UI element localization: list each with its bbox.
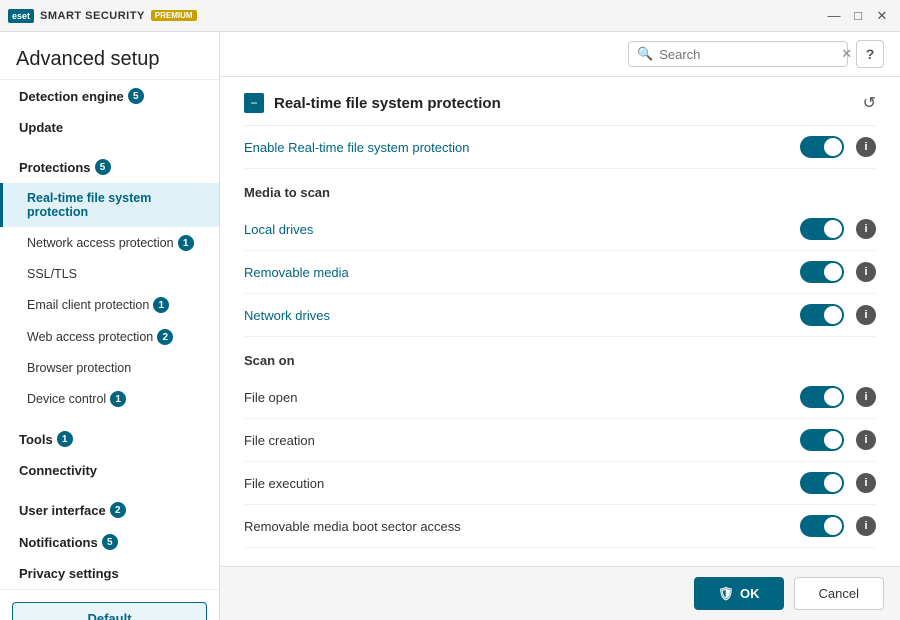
app-name: SMART SECURITY <box>40 10 145 22</box>
title-bar-controls: — □ ✕ <box>824 6 892 26</box>
ok-button[interactable]: 🛡 OK <box>694 577 784 610</box>
cancel-button[interactable]: Cancel <box>794 577 884 610</box>
file-open-toggle[interactable] <box>800 386 844 408</box>
file-creation-info-icon[interactable]: i <box>856 430 876 450</box>
setting-row-network-drives: Network drives i <box>244 294 876 337</box>
main-toggle-info-icon[interactable]: i <box>856 137 876 157</box>
section-title-bar: − Real-time file system protection ↺ <box>244 77 876 126</box>
badge-email-client: 1 <box>153 297 169 313</box>
removable-boot-label: Removable media boot sector access <box>244 519 461 534</box>
search-icon: 🔍 <box>637 46 653 62</box>
network-drives-label: Network drives <box>244 308 330 323</box>
file-open-info-icon[interactable]: i <box>856 387 876 407</box>
title-bar: eset SMART SECURITY PREMIUM — □ ✕ <box>0 0 900 32</box>
file-execution-toggle[interactable] <box>800 472 844 494</box>
local-drives-info-icon[interactable]: i <box>856 219 876 239</box>
badge-protections: 5 <box>95 159 111 175</box>
sidebar-footer: Default <box>0 589 219 620</box>
default-button[interactable]: Default <box>12 602 207 620</box>
eset-logo: eset <box>8 9 34 23</box>
sidebar-item-privacy-settings[interactable]: Privacy settings <box>0 558 219 589</box>
local-drives-toggle[interactable] <box>800 218 844 240</box>
sidebar-item-update[interactable]: Update <box>0 112 219 143</box>
setting-row-local-drives: Local drives i <box>244 208 876 251</box>
content-header: 🔍 ✕ ? <box>220 32 900 77</box>
main-container: Advanced setup Detection engine 5 Update… <box>0 32 900 620</box>
sidebar-item-email-client[interactable]: Email client protection 1 <box>0 289 219 321</box>
content-area: 🔍 ✕ ? − Real-time file system protection… <box>220 32 900 620</box>
media-to-scan-title: Media to scan <box>244 169 876 208</box>
sidebar-item-notifications[interactable]: Notifications 5 <box>0 526 219 558</box>
search-clear-icon[interactable]: ✕ <box>841 46 852 62</box>
sidebar-item-browser-protection[interactable]: Browser protection <box>0 353 219 383</box>
scan-on-title: Scan on <box>244 337 876 376</box>
main-toggle-label: Enable Real-time file system protection <box>244 140 469 155</box>
content-panel: − Real-time file system protection ↺ Ena… <box>220 77 900 566</box>
file-execution-info-icon[interactable]: i <box>856 473 876 493</box>
badge-device-control: 1 <box>110 391 126 407</box>
setting-row-removable-boot: Removable media boot sector access i <box>244 505 876 548</box>
bottom-bar: 🛡 OK Cancel <box>220 566 900 620</box>
removable-media-label: Removable media <box>244 265 349 280</box>
close-button[interactable]: ✕ <box>872 6 892 26</box>
removable-boot-info-icon[interactable]: i <box>856 516 876 536</box>
local-drives-label: Local drives <box>244 222 313 237</box>
sidebar-item-tools[interactable]: Tools 1 <box>0 423 219 455</box>
sidebar-item-device-control[interactable]: Device control 1 <box>0 383 219 415</box>
title-bar-left: eset SMART SECURITY PREMIUM <box>8 9 197 23</box>
removable-boot-toggle[interactable] <box>800 515 844 537</box>
network-drives-info-icon[interactable]: i <box>856 305 876 325</box>
search-box: 🔍 ✕ <box>628 41 848 67</box>
section-title: Real-time file system protection <box>274 95 501 112</box>
main-toggle[interactable] <box>800 136 844 158</box>
badge-web-access: 2 <box>157 329 173 345</box>
eset-logo-box: eset <box>8 9 34 23</box>
help-button[interactable]: ? <box>856 40 884 68</box>
sidebar-title: Advanced setup <box>0 32 219 80</box>
file-creation-label: File creation <box>244 433 315 448</box>
maximize-button[interactable]: □ <box>848 6 868 26</box>
content-scroll: − Real-time file system protection ↺ Ena… <box>220 77 900 566</box>
removable-media-info-icon[interactable]: i <box>856 262 876 282</box>
file-creation-toggle[interactable] <box>800 429 844 451</box>
setting-row-file-open: File open i <box>244 376 876 419</box>
sidebar-item-connectivity[interactable]: Connectivity <box>0 455 219 486</box>
file-execution-label: File execution <box>244 476 324 491</box>
sidebar-item-web-access[interactable]: Web access protection 2 <box>0 321 219 353</box>
sidebar-item-user-interface[interactable]: User interface 2 <box>0 494 219 526</box>
sidebar-item-protections[interactable]: Protections 5 <box>0 151 219 183</box>
reset-icon[interactable]: ↺ <box>863 93 876 113</box>
sidebar: Advanced setup Detection engine 5 Update… <box>0 32 220 620</box>
setting-row-removable-media: Removable media i <box>244 251 876 294</box>
removable-media-toggle[interactable] <box>800 261 844 283</box>
network-drives-toggle[interactable] <box>800 304 844 326</box>
setting-row-file-creation: File creation i <box>244 419 876 462</box>
sidebar-item-ssl-tls[interactable]: SSL/TLS <box>0 259 219 289</box>
process-exclusions-title: Processes exclusions <box>244 548 876 566</box>
main-toggle-row: Enable Real-time file system protection … <box>244 126 876 169</box>
badge-notifications: 5 <box>102 534 118 550</box>
premium-badge: PREMIUM <box>151 10 197 21</box>
badge-tools: 1 <box>57 431 73 447</box>
badge-detection-engine: 5 <box>128 88 144 104</box>
file-open-label: File open <box>244 390 297 405</box>
collapse-icon[interactable]: − <box>244 93 264 113</box>
minimize-button[interactable]: — <box>824 6 844 26</box>
badge-network-access: 1 <box>178 235 194 251</box>
sidebar-item-realtime-file[interactable]: Real-time file system protection <box>0 183 219 227</box>
setting-row-file-execution: File execution i <box>244 462 876 505</box>
shield-icon: 🛡 <box>718 586 735 602</box>
badge-user-interface: 2 <box>110 502 126 518</box>
search-input[interactable] <box>659 47 835 62</box>
sidebar-item-detection-engine[interactable]: Detection engine 5 <box>0 80 219 112</box>
sidebar-item-network-access[interactable]: Network access protection 1 <box>0 227 219 259</box>
